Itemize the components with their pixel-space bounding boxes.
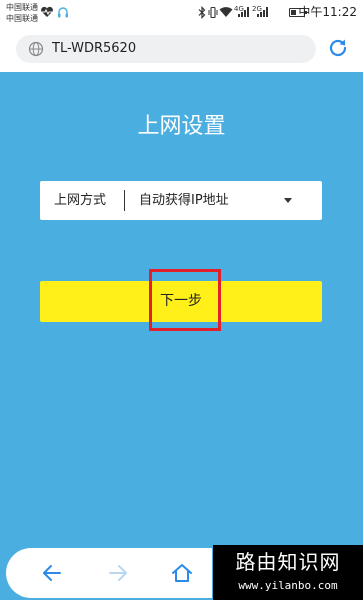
signal-icon-2 (257, 7, 268, 17)
connection-type-select[interactable]: 上网方式 自动获得IP地址 (40, 181, 322, 220)
clock: 中午11:22 (298, 5, 357, 19)
globe-icon (28, 41, 44, 57)
connection-type-label: 上网方式 (54, 193, 107, 208)
carrier-1: 中国联通 (6, 3, 38, 12)
watermark-url: www.yilanbo.com (238, 579, 338, 592)
home-icon[interactable] (170, 561, 194, 585)
select-divider (124, 190, 125, 211)
url-field[interactable]: TL-WDR5620 (16, 35, 316, 63)
watermark: 路由知识网 www.yilanbo.com (213, 545, 363, 600)
highlight-annotation (149, 269, 221, 331)
browser-nav-bar (6, 548, 212, 598)
connection-type-value: 自动获得IP地址 (139, 193, 229, 208)
address-bar: TL-WDR5620 (0, 26, 363, 72)
status-bar: 中国联通 中国联通 4G 2G 中午11:22 (0, 0, 363, 26)
carrier-labels: 中国联通 中国联通 (6, 2, 38, 24)
carrier-2: 中国联通 (6, 14, 38, 23)
bluetooth-icon (198, 6, 206, 19)
watermark-title: 路由知识网 (235, 550, 341, 574)
url-text: TL-WDR5620 (52, 41, 137, 56)
signal-icon (238, 7, 249, 17)
reload-icon[interactable] (327, 37, 349, 59)
dropdown-arrow-icon (284, 198, 292, 203)
forward-arrow-icon[interactable] (106, 561, 130, 585)
page-title: 上网设置 (137, 114, 226, 139)
back-arrow-icon[interactable] (40, 561, 64, 585)
headset-icon (58, 7, 68, 18)
heart-rate-icon (41, 6, 53, 17)
wifi-icon (219, 7, 233, 17)
vibrate-icon (208, 6, 218, 19)
